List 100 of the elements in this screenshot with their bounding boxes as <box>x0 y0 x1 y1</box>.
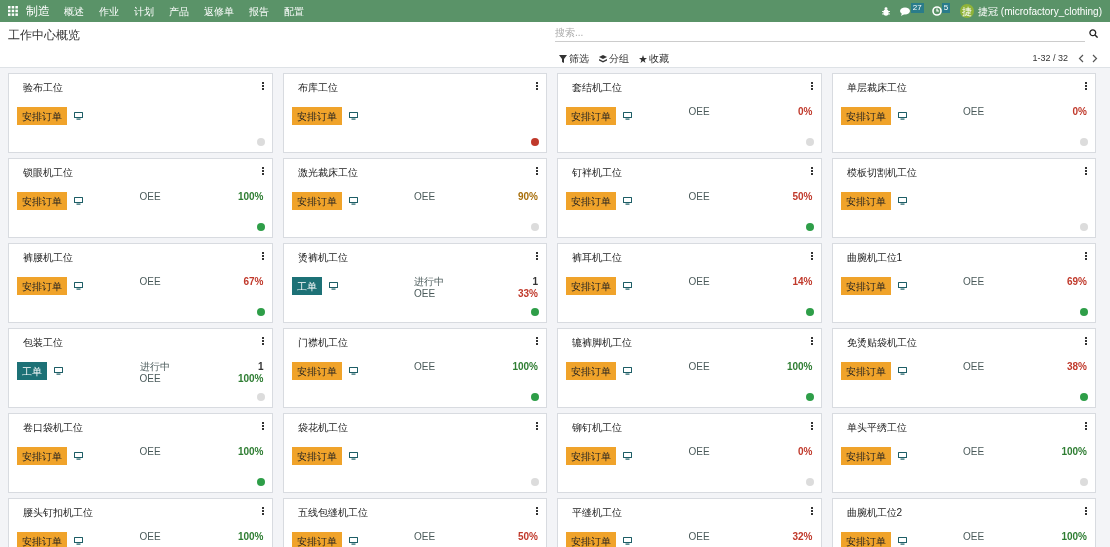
bug-icon[interactable] <box>881 6 890 16</box>
card-title[interactable]: 裤腰机工位 <box>23 250 262 265</box>
monitor-icon[interactable] <box>348 537 358 545</box>
plan-orders-button[interactable]: 安排订单 <box>840 107 891 125</box>
next-page-icon[interactable] <box>1092 54 1098 63</box>
plan-orders-button[interactable]: 安排订单 <box>566 277 616 295</box>
monitor-icon[interactable] <box>897 112 907 120</box>
plan-orders-button[interactable]: 安排订单 <box>840 362 891 380</box>
card-title[interactable]: 袋花机工位 <box>297 420 536 435</box>
monitor-icon[interactable] <box>897 452 907 460</box>
monitor-icon[interactable] <box>74 537 83 545</box>
plan-orders-button[interactable]: 安排订单 <box>566 192 616 210</box>
card-title[interactable]: 烫裤机工位 <box>297 250 536 265</box>
monitor-icon[interactable] <box>74 197 83 205</box>
menu-item[interactable]: 报告 <box>249 3 269 19</box>
previous-page-icon[interactable] <box>1078 54 1084 63</box>
app-name[interactable]: 制造 <box>26 2 50 20</box>
monitor-icon[interactable] <box>897 197 907 205</box>
monitor-icon[interactable] <box>623 537 632 545</box>
filter-toggle[interactable]: 筛选 <box>559 51 589 66</box>
plan-orders-button[interactable]: 安排订单 <box>840 277 891 295</box>
plan-orders-button[interactable]: 安排订单 <box>17 107 67 125</box>
card-title[interactable]: 模板切割机工位 <box>846 165 1085 180</box>
plan-orders-button[interactable]: 安排订单 <box>566 532 616 547</box>
monitor-icon[interactable] <box>348 452 358 460</box>
more-options-icon[interactable] <box>261 167 264 175</box>
menu-item[interactable]: 计划 <box>134 3 154 19</box>
more-options-icon[interactable] <box>261 82 264 90</box>
card-title[interactable]: 套结机工位 <box>572 80 811 95</box>
card-title[interactable]: 锁眼机工位 <box>23 165 262 180</box>
monitor-icon[interactable] <box>623 112 632 120</box>
monitor-icon[interactable] <box>54 367 63 375</box>
monitor-icon[interactable] <box>74 112 83 120</box>
plan-orders-button[interactable]: 安排订单 <box>566 447 616 465</box>
card-title[interactable]: 免烫贴袋机工位 <box>846 335 1085 350</box>
apps-menu-icon[interactable] <box>8 6 18 16</box>
monitor-icon[interactable] <box>623 282 632 290</box>
monitor-icon[interactable] <box>348 197 358 205</box>
monitor-icon[interactable] <box>348 367 358 375</box>
card-title[interactable]: 卷口袋机工位 <box>23 420 262 435</box>
chat-icon[interactable] <box>899 6 911 16</box>
menu-item[interactable]: 产品 <box>169 3 189 19</box>
more-options-icon[interactable] <box>261 337 264 345</box>
card-title[interactable]: 平缝机工位 <box>572 505 811 520</box>
card-title[interactable]: 单头平绣工位 <box>846 420 1085 435</box>
more-options-icon[interactable] <box>810 82 813 90</box>
more-options-icon[interactable] <box>810 507 813 515</box>
card-title[interactable]: 辘裤脚机工位 <box>572 335 811 350</box>
plan-orders-button[interactable]: 安排订单 <box>840 447 891 465</box>
plan-orders-button[interactable]: 安排订单 <box>840 192 891 210</box>
monitor-icon[interactable] <box>74 282 83 290</box>
card-title[interactable]: 钉袢机工位 <box>572 165 811 180</box>
card-title[interactable]: 曲腕机工位2 <box>846 505 1085 520</box>
monitor-icon[interactable] <box>897 282 907 290</box>
more-options-icon[interactable] <box>810 337 813 345</box>
more-options-icon[interactable] <box>261 422 264 430</box>
monitor-icon[interactable] <box>328 282 338 290</box>
more-options-icon[interactable] <box>261 507 264 515</box>
plan-orders-button[interactable]: 安排订单 <box>840 532 891 547</box>
clock-icon[interactable] <box>931 6 942 16</box>
search-field[interactable]: 搜索... <box>555 24 1085 42</box>
more-options-icon[interactable] <box>810 167 813 175</box>
plan-orders-button[interactable]: 安排订单 <box>291 362 342 380</box>
plan-orders-button[interactable]: 安排订单 <box>17 447 67 465</box>
work-orders-button[interactable]: 工单 <box>291 277 322 295</box>
search-icon[interactable] <box>1089 28 1098 38</box>
plan-orders-button[interactable]: 安排订单 <box>17 532 67 547</box>
more-options-icon[interactable] <box>261 252 264 260</box>
menu-item[interactable]: 返修单 <box>204 3 234 19</box>
plan-orders-button[interactable]: 安排订单 <box>17 192 67 210</box>
card-title[interactable]: 铆钉机工位 <box>572 420 811 435</box>
plan-orders-button[interactable]: 安排订单 <box>566 107 616 125</box>
plan-orders-button[interactable]: 安排订单 <box>291 532 342 547</box>
more-options-icon[interactable] <box>810 252 813 260</box>
monitor-icon[interactable] <box>348 112 358 120</box>
card-title[interactable]: 验布工位 <box>23 80 262 95</box>
card-title[interactable]: 裤耳机工位 <box>572 250 811 265</box>
card-title[interactable]: 腰头钉扣机工位 <box>23 505 262 520</box>
monitor-icon[interactable] <box>623 197 632 205</box>
filter-toggle[interactable]: 收藏 <box>639 51 669 66</box>
user-name[interactable]: 捷冠 (microfactory_clothing) <box>978 3 1102 19</box>
card-title[interactable]: 激光裁床工位 <box>297 165 536 180</box>
menu-item[interactable]: 配置 <box>284 3 304 19</box>
plan-orders-button[interactable]: 安排订单 <box>291 447 342 465</box>
card-title[interactable]: 五线包缝机工位 <box>297 505 536 520</box>
card-title[interactable]: 单层裁床工位 <box>846 80 1085 95</box>
filter-toggle[interactable]: 分组 <box>599 51 629 66</box>
work-orders-button[interactable]: 工单 <box>17 362 47 380</box>
card-title[interactable]: 包装工位 <box>23 335 262 350</box>
menu-item[interactable]: 概述 <box>64 3 84 19</box>
more-options-icon[interactable] <box>810 422 813 430</box>
card-title[interactable]: 曲腕机工位1 <box>846 250 1085 265</box>
monitor-icon[interactable] <box>623 452 632 460</box>
monitor-icon[interactable] <box>74 452 83 460</box>
monitor-icon[interactable] <box>897 537 907 545</box>
monitor-icon[interactable] <box>897 367 907 375</box>
card-title[interactable]: 布库工位 <box>297 80 536 95</box>
plan-orders-button[interactable]: 安排订单 <box>291 107 342 125</box>
plan-orders-button[interactable]: 安排订单 <box>566 362 616 380</box>
card-title[interactable]: 门襟机工位 <box>297 335 536 350</box>
